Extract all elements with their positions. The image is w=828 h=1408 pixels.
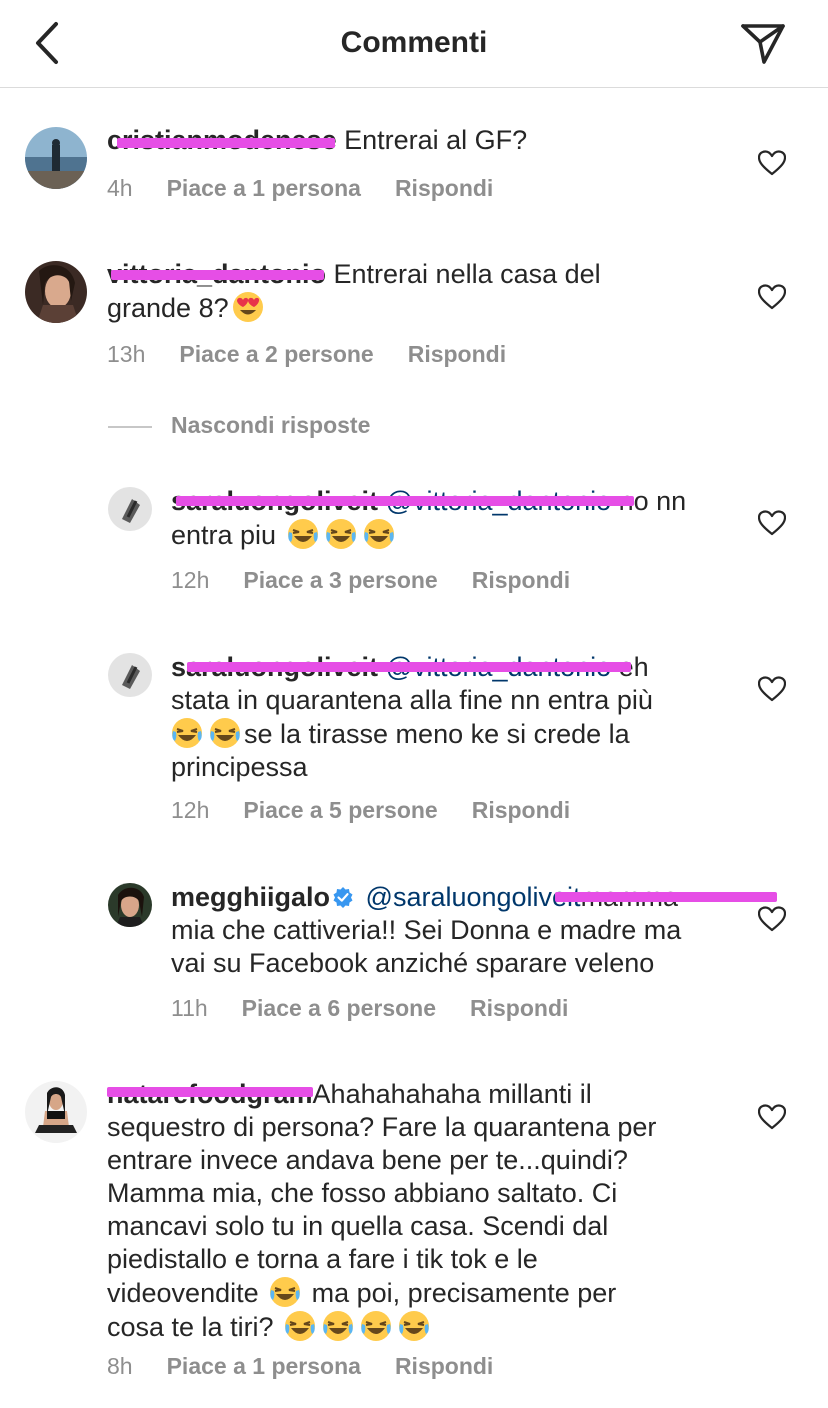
comment-meta: 11h Piace a 6 persone Rispondi [171,995,568,1022]
likes-count-link[interactable]: Piace a 1 persona [167,1353,361,1379]
laughing-emoji-icon [322,1310,354,1342]
comment-text: vittoria_dantonio Entrerai nella casa de… [107,259,601,323]
like-button[interactable] [758,150,786,176]
heart-outline-icon [758,906,786,932]
redaction-bar [111,270,325,280]
heart-outline-icon [758,284,786,310]
redaction-bar [176,496,634,506]
comment-username[interactable]: cristianmodenese [107,125,337,155]
likes-count-link[interactable]: Piace a 1 persona [167,175,361,201]
avatar[interactable] [25,127,87,189]
avatar[interactable] [108,487,152,531]
heart-eyes-emoji-icon [232,291,264,323]
like-button[interactable] [758,676,786,702]
like-button[interactable] [758,284,786,310]
comment-meta: 12h Piace a 3 persone Rispondi [171,567,570,594]
hide-replies-label: Nascondi risposte [171,412,371,438]
comment-username[interactable]: megghiigalo [171,882,330,912]
comment-time: 11h [171,995,208,1021]
reply-button[interactable]: Rispondi [395,175,493,201]
comment-username[interactable]: vittoria_dantonio [107,259,326,289]
redaction-bar [107,1087,313,1097]
comment-time: 12h [171,797,210,823]
mention-link[interactable]: @saraluongoliveit [366,882,581,912]
like-button[interactable] [758,906,786,932]
comment-meta: 13h Piace a 2 persone Rispondi [107,341,506,368]
avatar[interactable] [25,1081,87,1143]
comment-meta: 12h Piace a 5 persone Rispondi [171,797,570,824]
heart-outline-icon [758,150,786,176]
comment-meta: 8h Piace a 1 persona Rispondi [107,1353,493,1380]
comment-time: 8h [107,1353,133,1379]
comment-username[interactable]: natarefoodgram [107,1079,313,1109]
laughing-emoji-icon [360,1310,392,1342]
avatar[interactable] [108,883,152,927]
redaction-bar [555,892,777,902]
divider-line [108,426,152,428]
redaction-bar [187,662,631,672]
avatar[interactable] [108,653,152,697]
reply-button[interactable]: Rispondi [472,567,570,593]
likes-count-link[interactable]: Piace a 5 persone [243,797,437,823]
redaction-bar [117,138,335,148]
like-button[interactable] [758,1104,786,1130]
laughing-emoji-icon [284,1310,316,1342]
comment-time: 12h [171,567,210,593]
reply-button[interactable]: Rispondi [395,1353,493,1379]
verified-badge-icon [332,883,354,908]
avatar[interactable] [25,261,87,323]
comment-text: saraluongoliveit @vittoria_dantonio no n… [171,486,687,550]
laughing-emoji-icon [363,518,395,550]
share-button[interactable] [738,20,788,66]
like-button[interactable] [758,510,786,536]
laughing-emoji-icon [209,717,241,749]
likes-count-link[interactable]: Piace a 3 persone [243,567,437,593]
comment-text: saraluongoliveit @vittoria_dantonio eh s… [171,652,653,782]
reply-button[interactable]: Rispondi [408,341,506,367]
comment-text: megghiigalo @saraluongoliveitmamma mia c… [171,881,777,980]
comment-text: natarefoodgramAhahahahaha millanti il se… [107,1079,657,1342]
comment-text: cristianmodenese Entrerai al GF? [107,124,527,157]
comment-time: 13h [107,341,146,367]
laughing-emoji-icon [171,717,203,749]
comment-time: 4h [107,175,133,201]
heart-outline-icon [758,510,786,536]
heart-outline-icon [758,1104,786,1130]
likes-count-link[interactable]: Piace a 2 persone [179,341,373,367]
header-bar: Commenti [0,0,828,88]
reply-button[interactable]: Rispondi [470,995,568,1021]
page-title: Commenti [340,26,488,59]
laughing-emoji-icon [269,1276,301,1308]
reply-button[interactable]: Rispondi [472,797,570,823]
likes-count-link[interactable]: Piace a 6 persone [242,995,436,1021]
laughing-emoji-icon [325,518,357,550]
heart-outline-icon [758,676,786,702]
laughing-emoji-icon [398,1310,430,1342]
laughing-emoji-icon [287,518,319,550]
paper-plane-icon [741,24,785,64]
comment-meta: 4h Piace a 1 persona Rispondi [107,175,493,202]
